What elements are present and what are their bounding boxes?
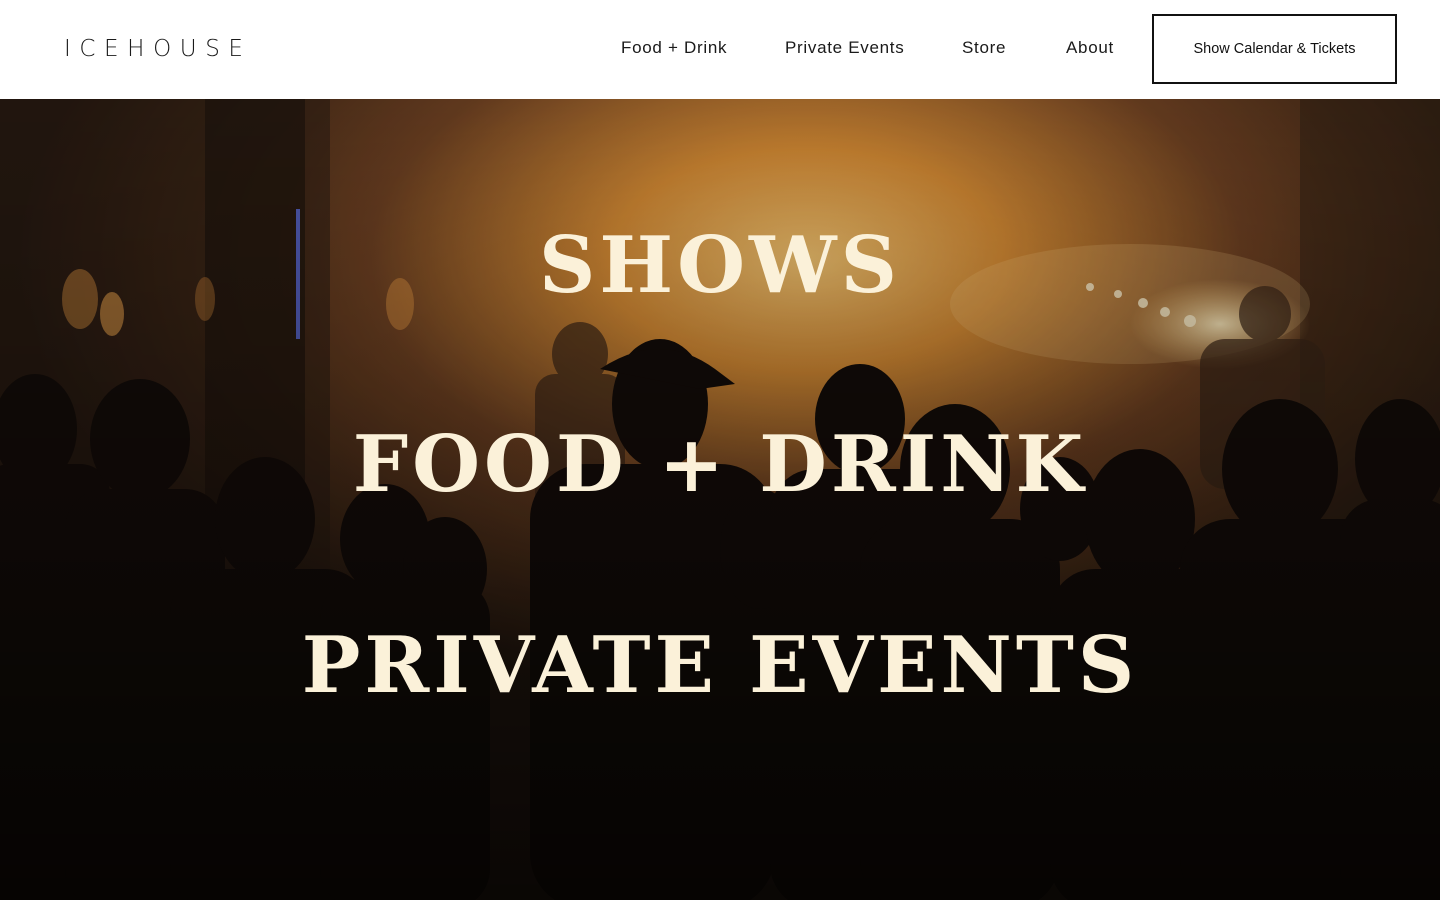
nav-food-drink[interactable]: Food + Drink xyxy=(621,37,727,59)
hero-link-private-events[interactable]: PRIVATE EVENTS xyxy=(0,627,1440,705)
site-logo[interactable]: ICEHOUSE xyxy=(64,36,252,62)
nav-store[interactable]: Store xyxy=(962,37,1006,59)
site-header: ICEHOUSE Food + Drink Private Events Sto… xyxy=(0,0,1440,99)
hero-link-shows[interactable]: SHOWS xyxy=(0,227,1440,305)
nav-private-events[interactable]: Private Events xyxy=(785,37,904,59)
hero-link-food-drink[interactable]: FOOD + DRINK xyxy=(0,426,1440,504)
show-calendar-tickets-button[interactable]: Show Calendar & Tickets xyxy=(1152,14,1397,84)
nav-about[interactable]: About xyxy=(1066,37,1114,59)
hero-section: SHOWS FOOD + DRINK PRIVATE EVENTS xyxy=(0,99,1440,900)
